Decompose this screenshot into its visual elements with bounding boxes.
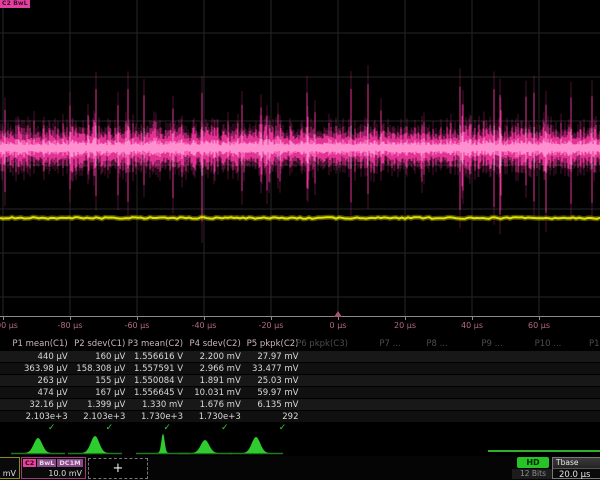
- table-cell: 32.16 µV: [10, 399, 68, 411]
- table-cell: 155 µV: [68, 375, 126, 387]
- table-cell: 2.200 mV: [183, 351, 241, 363]
- axis-tick-label: -80 µs: [58, 321, 83, 330]
- timebase-scale-value: 20.0 µs: [553, 469, 600, 480]
- table-cell: 1.891 mV: [183, 375, 241, 387]
- param-header-unused[interactable]: P8 ...: [426, 338, 447, 351]
- add-trace-button[interactable]: +: [88, 458, 148, 479]
- axis-tick: [70, 317, 71, 320]
- param-header-unused[interactable]: P7 ...: [379, 338, 400, 351]
- table-cell: 2.966 mV: [183, 363, 241, 375]
- param-status-check: ✓: [48, 423, 56, 433]
- param-status-check: ✓: [279, 423, 287, 433]
- axis-tick-label: 60 µs: [528, 321, 550, 330]
- axis-tick: [472, 317, 473, 320]
- waveform-canvas: [0, 0, 600, 316]
- table-row: 440 µV160 µV1.556616 V2.200 mV27.97 mV: [0, 351, 600, 363]
- hd-bits-label: 12 Bits: [512, 469, 554, 479]
- table-cell: 292: [241, 411, 299, 423]
- table-cell: 1.556645 V: [125, 387, 183, 399]
- table-row: 32.16 µV1.399 µV1.330 mV1.676 mV6.135 mV: [0, 399, 600, 411]
- axis-tick-label: -60 µs: [125, 321, 150, 330]
- axis-tick-label: 0 µs: [330, 321, 347, 330]
- axis-tick: [137, 317, 138, 320]
- table-cell: 1.330 mV: [125, 399, 183, 411]
- table-cell: 474 µV: [10, 387, 68, 399]
- parameter-histicons: [0, 434, 600, 456]
- c2-channel-badge: C2: [23, 459, 36, 467]
- hd-mode-badge[interactable]: HD: [517, 457, 549, 468]
- param-header-1[interactable]: P1 mean(C1): [10, 338, 68, 351]
- green-separator-line: [488, 450, 600, 452]
- channel-c1-descriptor-box[interactable]: DC1M 0 mV: [0, 457, 20, 479]
- table-cell: 2.103e+3: [68, 411, 126, 423]
- table-cell: 10.031 mV: [183, 387, 241, 399]
- oscilloscope-screen: C2 BwL -100 µs -80 µs -60 µs -40 µs -20 µs 0 …: [0, 0, 600, 480]
- param-header-3[interactable]: P3 mean(C2): [125, 338, 183, 351]
- table-cell: 1.730e+3: [125, 411, 183, 423]
- table-cell: 263 µV: [10, 375, 68, 387]
- axis-tick-label: -40 µs: [192, 321, 217, 330]
- table-cell: 25.03 mV: [241, 375, 299, 387]
- table-cell: 1.557591 V: [125, 363, 183, 375]
- table-cell: 59.97 mV: [241, 387, 299, 399]
- param-status-check: ✓: [221, 423, 229, 433]
- axis-tick: [338, 317, 339, 320]
- table-cell: 33.477 mV: [241, 363, 299, 375]
- table-cell: 160 µV: [68, 351, 126, 363]
- table-row: 2.103e+32.103e+31.730e+31.730e+3292: [0, 411, 600, 423]
- status-bar: DC1M 0 mV C2 BwL DC1M 10.0 mV + HD 12 Bi…: [0, 456, 600, 480]
- axis-tick: [539, 317, 540, 320]
- axis-tick-label: 40 µs: [461, 321, 483, 330]
- table-cell: 2.103e+3: [10, 411, 68, 423]
- waveform-plot[interactable]: C2 BwL: [0, 0, 600, 316]
- timebase-title: Tbase: [553, 458, 600, 469]
- axis-tick: [271, 317, 272, 320]
- param-header-unused[interactable]: P10 ...: [535, 338, 562, 351]
- table-cell: 27.97 mV: [241, 351, 299, 363]
- axis-tick: [204, 317, 205, 320]
- param-header-2[interactable]: P2 sdev(C1): [68, 338, 126, 351]
- timebase-descriptor-box[interactable]: Tbase 20.0 µs: [552, 457, 600, 479]
- param-status-check: ✓: [106, 423, 114, 433]
- channel-c2-descriptor-box[interactable]: C2 BwL DC1M 10.0 mV: [21, 457, 86, 479]
- table-cell: 167 µV: [68, 387, 126, 399]
- time-axis: -100 µs -80 µs -60 µs -40 µs -20 µs 0 µs 20 µs…: [0, 316, 600, 338]
- channel-annotation-badge[interactable]: C2 BwL: [0, 0, 30, 8]
- c2-coupling-badge: DC1M: [57, 459, 82, 467]
- table-cell: 1.550084 V: [125, 375, 183, 387]
- axis-tick: [405, 317, 406, 320]
- table-cell: 1.676 mV: [183, 399, 241, 411]
- axis-tick: [3, 317, 4, 320]
- table-cell: 1.399 µV: [68, 399, 126, 411]
- measurement-table: P1 mean(C1)P2 sdev(C1)P3 mean(C2)P4 sdev…: [0, 338, 600, 434]
- table-row: 474 µV167 µV1.556645 V10.031 mV59.97 mV: [0, 387, 600, 399]
- table-cell: 1.556616 V: [125, 351, 183, 363]
- table-cell: 440 µV: [10, 351, 68, 363]
- table-cell: 363.98 µV: [10, 363, 68, 375]
- param-header-5[interactable]: P5 pkpk(C2): [241, 338, 299, 351]
- table-cell: 1.730e+3: [183, 411, 241, 423]
- param-status-check: ✓: [163, 423, 171, 433]
- param-header-unused[interactable]: P6 pkpk(C3): [296, 338, 348, 351]
- c2-scale-value: 10.0 mV: [22, 467, 85, 478]
- param-header-unused[interactable]: P9 ...: [481, 338, 502, 351]
- axis-tick-label: -100 µs: [0, 321, 18, 330]
- table-cell: 6.135 mV: [241, 399, 299, 411]
- param-header-4[interactable]: P4 sdev(C2): [183, 338, 241, 351]
- axis-tick-label: 20 µs: [394, 321, 416, 330]
- param-header-unused[interactable]: P11: [589, 338, 600, 351]
- table-row: 263 µV155 µV1.550084 V1.891 mV25.03 mV: [0, 375, 600, 387]
- time-axis-line: [0, 316, 600, 317]
- axis-tick-label: -20 µs: [259, 321, 284, 330]
- histicon-canvas: [0, 434, 600, 456]
- c1-scale-value: 0 mV: [0, 467, 19, 478]
- c2-bwl-badge: BwL: [37, 459, 56, 467]
- table-row: 363.98 µV158.308 µV1.557591 V2.966 mV33.…: [0, 363, 600, 375]
- table-cell: 158.308 µV: [68, 363, 126, 375]
